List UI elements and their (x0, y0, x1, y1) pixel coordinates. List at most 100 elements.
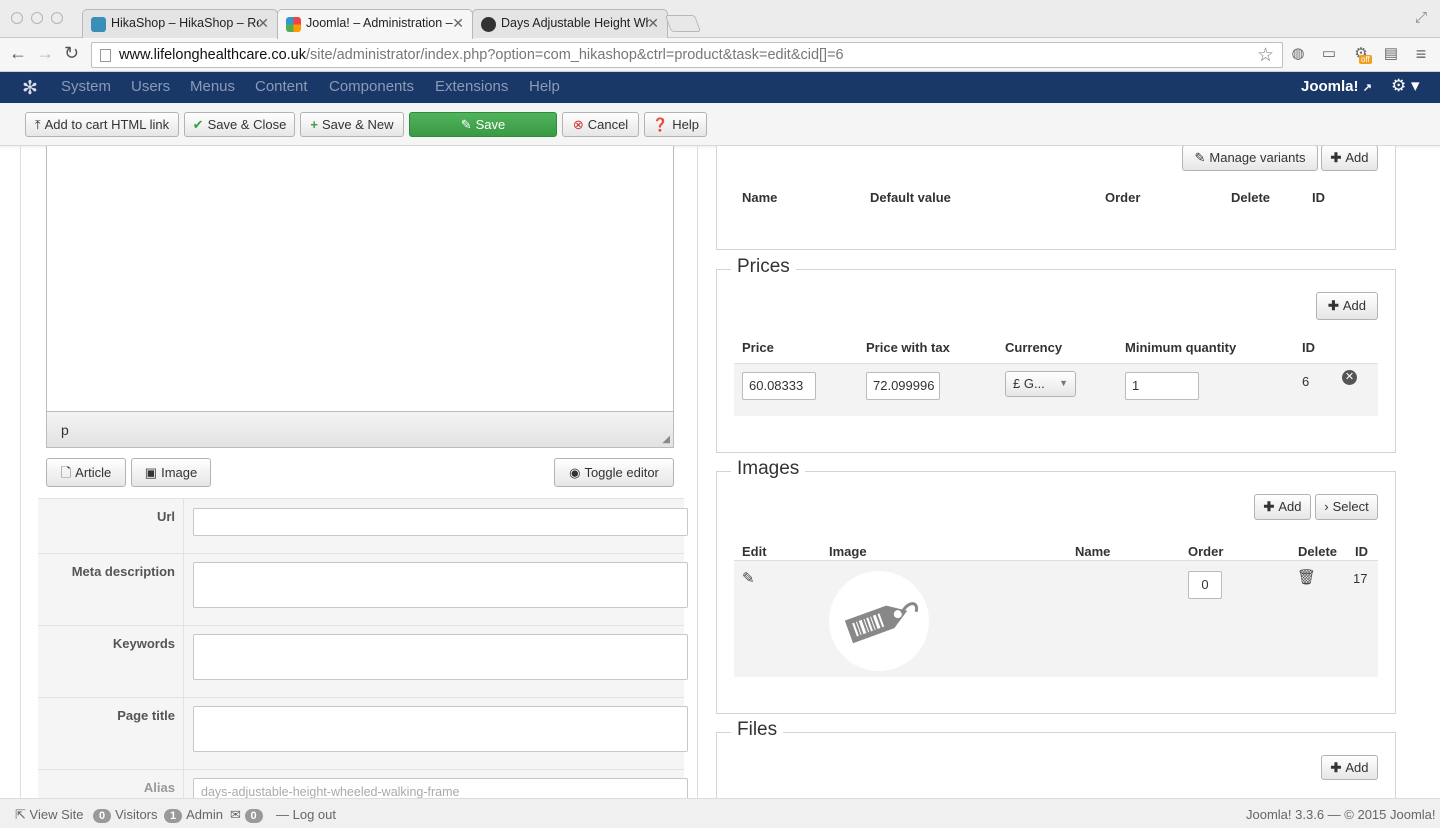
extension-globe-icon[interactable]: ◍ (1288, 44, 1308, 64)
column-header-delete: Delete (1231, 190, 1271, 205)
menu-help[interactable]: Help (529, 78, 560, 95)
menu-components[interactable]: Components (329, 78, 414, 95)
messages-indicator[interactable]: ✉ 0 (230, 807, 267, 823)
currency-select[interactable]: £ G... ▼ (1005, 371, 1076, 397)
add-characteristic-button[interactable]: ✚ Add (1321, 146, 1378, 171)
brand-label: Joomla! (1301, 78, 1359, 95)
hikashop-favicon-icon (91, 17, 106, 32)
files-panel: Files ✚ Add (716, 719, 1396, 798)
joomla-logo-icon[interactable]: ✻ (22, 77, 38, 100)
cast-icon[interactable]: ▭ (1319, 44, 1339, 64)
browser-tab-joomla[interactable]: Joomla! – Administration – ✕ (277, 9, 473, 39)
browser-menu-icon[interactable]: ≡ (1411, 44, 1431, 64)
close-tab-icon[interactable]: ✕ (647, 15, 659, 32)
fullscreen-icon[interactable]: ⤢ (1415, 9, 1427, 26)
url-input[interactable] (193, 508, 688, 536)
forward-arrow-icon[interactable]: → (36, 43, 54, 64)
button-label: Help (672, 117, 699, 132)
resize-grip-icon[interactable]: ◢ (662, 434, 670, 445)
flash-extension-icon[interactable]: ▤ (1381, 44, 1401, 64)
dropdown-caret-icon: ▼ (1059, 378, 1068, 388)
edit-pencil-icon[interactable]: ✎ (742, 569, 755, 587)
external-link-icon: ⇱ (15, 807, 26, 822)
delete-price-icon[interactable]: ✕ (1342, 370, 1357, 385)
button-label: Save & New (322, 117, 394, 132)
plus-icon: ✚ (1330, 150, 1342, 165)
add-price-button[interactable]: ✚ Add (1316, 292, 1378, 320)
alias-label: Alias (38, 770, 184, 798)
menu-menus[interactable]: Menus (190, 78, 235, 95)
minimum-quantity-input[interactable]: 1 (1125, 372, 1199, 400)
alias-input[interactable]: days-adjustable-height-wheeled-walking-f… (193, 778, 688, 798)
select-image-button[interactable]: › Select (1315, 494, 1378, 520)
close-tab-icon[interactable]: ✕ (452, 15, 464, 32)
tab-title: Days Adjustable Height Wh (501, 16, 649, 30)
insert-article-button[interactable]: 🗋 Article (46, 458, 126, 487)
extension-off-icon[interactable]: ⚙ off (1351, 44, 1372, 64)
menu-extensions[interactable]: Extensions (435, 78, 508, 95)
button-label: Select (1332, 499, 1369, 514)
price-tag-icon (844, 602, 919, 644)
button-label: Save (475, 117, 506, 132)
page-title-label: Page title (38, 698, 184, 769)
action-toolbar: ⤒ Add to cart HTML link ✔ Save & Close + Sa… (0, 103, 1440, 146)
product-image-thumbnail[interactable] (829, 571, 929, 671)
window-minimize-dot[interactable] (31, 12, 43, 24)
site-favicon-icon (481, 17, 496, 32)
menu-content[interactable]: Content (255, 78, 308, 95)
site-brand-link[interactable]: Joomla! ↗ (1301, 78, 1372, 95)
button-label: Add (1345, 760, 1369, 775)
browser-toolbar: ← → ↻ www.lifelonghealthcare.co.uk/site/… (0, 38, 1440, 72)
toggle-editor-button[interactable]: ◉ Toggle editor (554, 458, 674, 487)
meta-description-input[interactable] (193, 562, 688, 608)
bookmark-star-icon[interactable]: ☆ (1257, 44, 1274, 67)
column-header-edit: Edit (742, 544, 767, 559)
menu-system[interactable]: System (61, 78, 111, 95)
address-bar[interactable]: www.lifelonghealthcare.co.uk/site/admini… (91, 42, 1283, 68)
image-order-input[interactable]: 0 (1188, 571, 1222, 599)
trash-icon[interactable]: 🗑 (1297, 568, 1316, 586)
price-with-tax-input[interactable]: 72.099996 (866, 372, 940, 400)
view-site-link[interactable]: ⇱ View Site (15, 807, 84, 823)
add-image-button[interactable]: ✚ Add (1254, 494, 1311, 520)
save-button[interactable]: ✎ Save (409, 112, 557, 137)
new-tab-button[interactable] (664, 15, 702, 32)
save-new-button[interactable]: + Save & New (300, 112, 404, 137)
view-site-label: View Site (29, 807, 84, 822)
help-button[interactable]: ❓ Help (644, 112, 707, 137)
settings-gear-icon[interactable]: ⚙ ▾ (1391, 76, 1420, 96)
back-arrow-icon[interactable]: ← (9, 43, 27, 64)
tab-title: Joomla! – Administration – (306, 16, 453, 30)
external-link-icon: ↗ (1362, 82, 1372, 94)
page-title-input[interactable] (193, 706, 688, 752)
browser-tab-hikashop[interactable]: HikaShop – HikaShop – Re ✕ (82, 9, 278, 39)
manage-variants-button[interactable]: ✎ Manage variants (1182, 146, 1318, 171)
url-host: www.lifelonghealthcare.co.uk (119, 47, 306, 63)
insert-image-button[interactable]: ▣ Image (131, 458, 211, 487)
column-header-order: Order (1188, 544, 1224, 559)
reload-icon[interactable]: ↻ (64, 43, 79, 64)
editor-path: p (61, 422, 69, 438)
keywords-row: Keywords (38, 625, 688, 697)
description-editor[interactable]: p ◢ (46, 146, 674, 448)
right-column: ✎ Manage variants ✚ Add Name Default value… (716, 146, 1396, 798)
admin-label: Admin (186, 807, 223, 822)
window-zoom-dot[interactable] (51, 12, 63, 24)
window-close-dot[interactable] (11, 12, 23, 24)
price-input[interactable]: 60.08333 (742, 372, 816, 400)
article-icon: 🗋 (60, 465, 72, 480)
save-close-button[interactable]: ✔ Save & Close (184, 112, 295, 137)
menu-users[interactable]: Users (131, 78, 170, 95)
browser-tab-product[interactable]: Days Adjustable Height Wh ✕ (472, 9, 668, 39)
url-path: /site/administrator/index.php?option=com… (306, 47, 844, 63)
cancel-button[interactable]: ⊗ Cancel (562, 112, 639, 137)
meta-description-label: Meta description (38, 554, 184, 625)
close-tab-icon[interactable]: ✕ (257, 15, 269, 32)
keywords-input[interactable] (193, 634, 688, 680)
add-file-button[interactable]: ✚ Add (1321, 755, 1378, 780)
button-label: Add (1342, 298, 1367, 313)
edit-icon: ✎ (460, 117, 472, 132)
add-to-cart-html-button[interactable]: ⤒ Add to cart HTML link (25, 112, 179, 137)
price-row: 60.08333 72.099996 £ G... ▼ 1 6 ✕ (734, 363, 1378, 416)
logout-link[interactable]: — Log out (276, 807, 336, 822)
